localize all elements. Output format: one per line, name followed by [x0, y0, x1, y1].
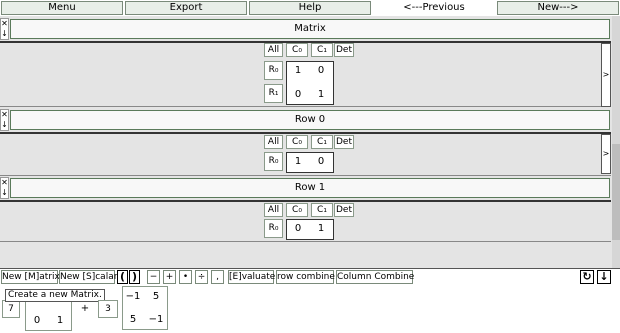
panel-title-row-0[interactable]: Row 0 — [10, 110, 610, 130]
menu-button[interactable]: Menu — [1, 1, 123, 15]
matrix-cell[interactable]: 1 — [287, 155, 309, 169]
matrix-cell[interactable]: 0 — [310, 155, 332, 169]
new-button[interactable]: New---> — [497, 1, 619, 15]
determinant-button[interactable]: Det — [334, 203, 354, 217]
comma-button[interactable]: , — [211, 270, 224, 284]
determinant-button[interactable]: Det — [334, 43, 354, 57]
divide-button[interactable]: ÷ — [195, 270, 208, 284]
select-all-button[interactable]: All — [264, 135, 283, 149]
panel-title-row-1[interactable]: Row 1 — [10, 178, 610, 198]
evaluate-button[interactable]: [E]valuate — [228, 270, 275, 284]
row-0-button[interactable]: R₀ — [264, 219, 283, 238]
matrix-cell[interactable]: 0 — [287, 88, 309, 102]
panel-title-matrix[interactable]: Matrix — [10, 19, 610, 39]
matrix-cell[interactable]: 1 — [49, 314, 71, 328]
determinant-button[interactable]: Det — [334, 135, 354, 149]
new-matrix-button[interactable]: New [M]atrix — [1, 270, 60, 284]
minus-button[interactable]: − — [147, 270, 160, 284]
column-1-button[interactable]: C₁ — [311, 135, 333, 149]
arrow-down-icon[interactable]: ↓ — [597, 270, 611, 284]
column-0-button[interactable]: C₀ — [286, 135, 308, 149]
row-0-button[interactable]: R₀ — [264, 152, 283, 171]
close-icon[interactable]: ✕ — [1, 110, 8, 120]
panel-controls: ✕ ↓ — [0, 177, 9, 199]
right-paren-button[interactable]: ) — [129, 270, 140, 284]
undo-icon[interactable]: ↻ — [580, 270, 594, 284]
select-all-button[interactable]: All — [264, 203, 283, 217]
scrollbar-thumb[interactable] — [612, 144, 620, 240]
left-paren-button[interactable]: ( — [117, 270, 128, 284]
matrix-cell[interactable]: 1 — [310, 222, 332, 236]
tooltip: Create a new Matrix. — [5, 289, 105, 302]
arrow-down-icon[interactable]: ↓ — [1, 29, 8, 39]
scalar-box[interactable]: 3 — [98, 300, 118, 318]
close-icon[interactable]: ✕ — [1, 19, 8, 29]
column-0-button[interactable]: C₀ — [286, 203, 308, 217]
column-combine-button[interactable]: Column Combine — [336, 270, 414, 284]
operation-toolbar: New [M]atrix New [S]calar ( ) − + • ÷ , … — [0, 268, 620, 284]
previous-button[interactable]: <---Previous — [373, 1, 495, 15]
scalar-box[interactable]: 7 — [2, 300, 20, 318]
matrix-cell[interactable]: 1 — [287, 64, 309, 78]
close-icon[interactable]: ✕ — [1, 178, 8, 188]
column-1-button[interactable]: C₁ — [311, 203, 333, 217]
panel-controls: ✕ ↓ — [0, 109, 9, 131]
row-0-button[interactable]: R₀ — [264, 61, 283, 80]
matrix-cell[interactable]: 5 — [122, 313, 144, 327]
row-1-button[interactable]: R₁ — [264, 84, 283, 103]
expand-button[interactable]: > — [601, 134, 611, 174]
plus-operator: + — [80, 303, 90, 314]
matrix-cell[interactable]: 0 — [26, 314, 48, 328]
matrix-cell[interactable]: −1 — [145, 313, 167, 327]
multiply-button[interactable]: • — [179, 270, 192, 284]
new-scalar-button[interactable]: New [S]calar — [59, 270, 117, 284]
select-all-button[interactable]: All — [264, 43, 283, 57]
export-button[interactable]: Export — [125, 1, 247, 15]
matrix-cell[interactable]: 1 — [310, 88, 332, 102]
expand-button[interactable]: > — [601, 43, 611, 107]
arrow-down-icon[interactable]: ↓ — [1, 188, 8, 198]
matrix-cell[interactable]: 5 — [145, 290, 167, 304]
panel-controls: ✕ ↓ — [0, 18, 9, 40]
matrix-cell[interactable]: −1 — [122, 290, 144, 304]
top-menu-bar: Menu Export Help <---Previous New---> — [0, 0, 620, 16]
plus-button[interactable]: + — [163, 270, 176, 284]
help-button[interactable]: Help — [249, 1, 371, 15]
arrow-down-icon[interactable]: ↓ — [1, 120, 8, 130]
row-combine-button[interactable]: row combine — [276, 270, 335, 284]
column-1-button[interactable]: C₁ — [311, 43, 333, 57]
matrix-cell[interactable]: 0 — [310, 64, 332, 78]
column-0-button[interactable]: C₀ — [286, 43, 308, 57]
matrix-cell[interactable]: 0 — [287, 222, 309, 236]
